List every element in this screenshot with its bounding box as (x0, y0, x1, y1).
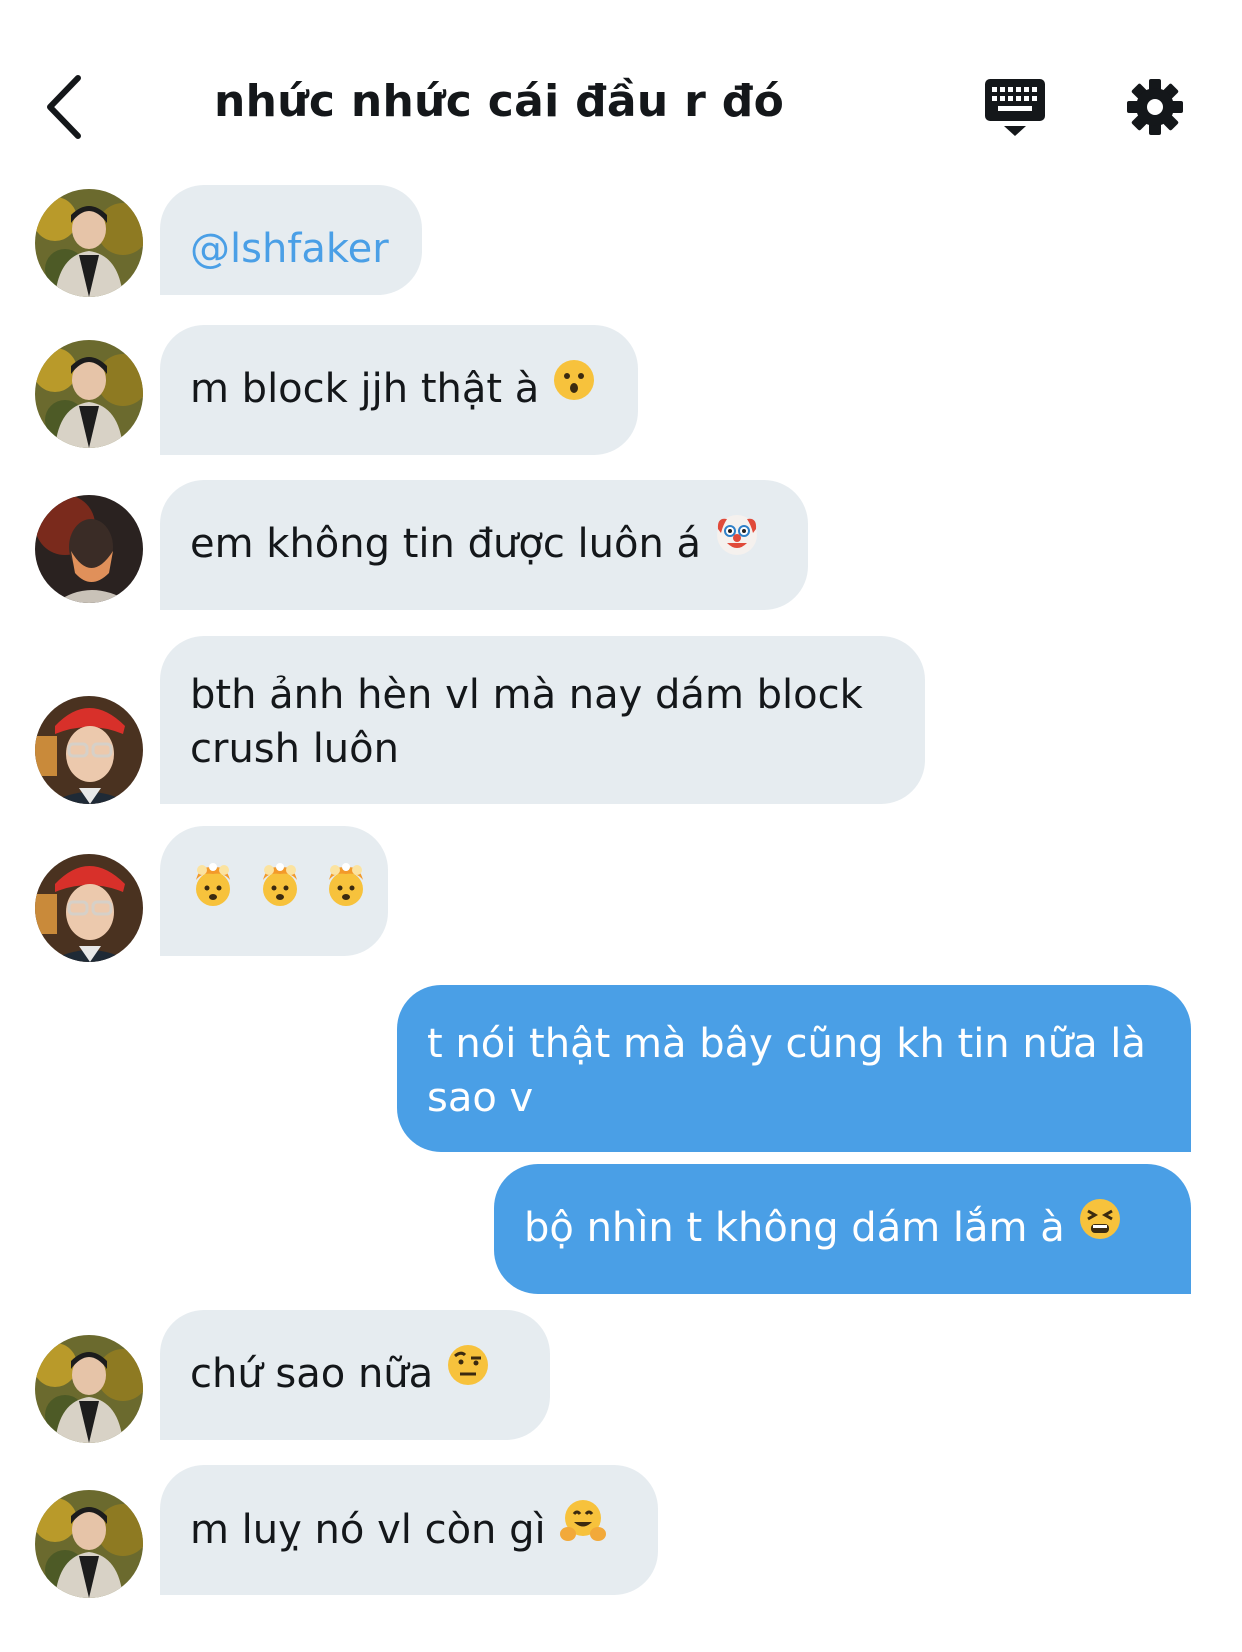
exploding-head-emoji-icon (257, 862, 303, 922)
message-text: t nói thật mà bây cũng kh tin nữa là sao… (427, 1021, 1146, 1121)
message-text: m luỵ nó vl còn gì (190, 1507, 546, 1553)
sent-message-bubble[interactable]: bộ nhìn t không dám lắm à (494, 1164, 1191, 1294)
hushed-face-emoji-icon (553, 359, 595, 415)
message-row (0, 826, 1242, 962)
hugging-face-emoji-icon (559, 1498, 606, 1558)
message-row: chứ sao nữa (0, 1310, 1242, 1443)
avatar[interactable] (35, 854, 143, 962)
message-bubble[interactable]: @lshfaker (160, 185, 422, 295)
message-row: @lshfaker (0, 185, 1242, 297)
user-mention-link[interactable]: @lshfaker (190, 226, 389, 272)
settings-button[interactable] (1126, 78, 1184, 136)
avatar[interactable] (35, 189, 143, 297)
keyboard-icon (985, 79, 1045, 136)
message-row: m block jjh thật à (0, 325, 1242, 455)
message-text: bth ảnh hèn vl mà nay dám block crush lu… (190, 672, 863, 772)
message-bubble[interactable]: em không tin được luôn á (160, 480, 808, 610)
chevron-left-icon (47, 75, 81, 139)
exploding-head-emoji-icon (190, 862, 236, 922)
message-text: m block jjh thật à (190, 366, 540, 412)
message-text: chứ sao nữa (190, 1351, 434, 1397)
clown-face-emoji-icon (715, 513, 759, 571)
gear-icon (1127, 79, 1183, 135)
tired-face-emoji-icon (1079, 1198, 1121, 1254)
message-row: bth ảnh hèn vl mà nay dám block crush lu… (0, 636, 1242, 804)
sent-message-bubble[interactable]: t nói thật mà bây cũng kh tin nữa là sao… (397, 985, 1191, 1152)
conversation-header: nhức nhức cái đầu r đó (0, 0, 1242, 170)
message-text: em không tin được luôn á (190, 521, 702, 567)
message-row: m luỵ nó vl còn gì (0, 1465, 1242, 1598)
message-bubble[interactable]: m luỵ nó vl còn gì (160, 1465, 658, 1595)
back-button[interactable] (38, 72, 98, 142)
message-text: bộ nhìn t không dám lắm à (524, 1205, 1065, 1251)
raised-eyebrow-face-emoji-icon (447, 1344, 489, 1400)
avatar[interactable] (35, 1490, 143, 1598)
conversation-title: nhức nhức cái đầu r đó (214, 76, 785, 127)
message-bubble[interactable] (160, 826, 388, 956)
avatar[interactable] (35, 340, 143, 448)
keyboard-toggle-button[interactable] (984, 78, 1046, 138)
exploding-head-emoji-icon (323, 862, 369, 922)
message-bubble[interactable]: m block jjh thật à (160, 325, 638, 455)
avatar[interactable] (35, 495, 143, 603)
message-bubble[interactable]: chứ sao nữa (160, 1310, 550, 1440)
avatar[interactable] (35, 696, 143, 804)
message-row: em không tin được luôn á (0, 480, 1242, 610)
message-bubble[interactable]: bth ảnh hèn vl mà nay dám block crush lu… (160, 636, 925, 804)
avatar[interactable] (35, 1335, 143, 1443)
